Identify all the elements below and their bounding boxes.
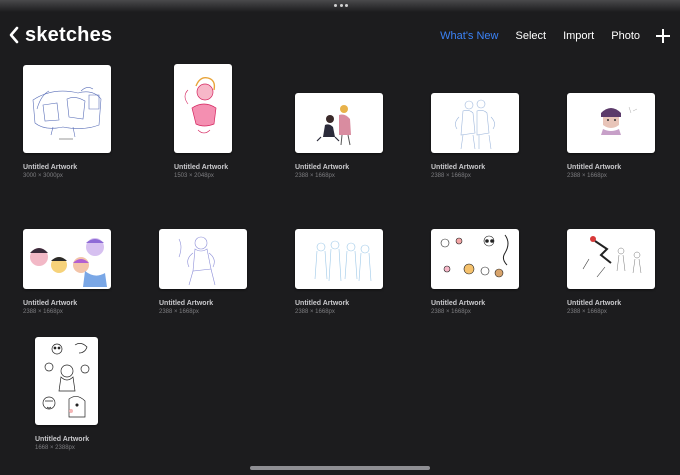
artwork-thumbnail[interactable]	[431, 93, 519, 153]
sketch-drawing	[582, 236, 642, 278]
artwork-title: Untitled Artwork	[431, 164, 486, 171]
artwork-size: 1668 × 2388px	[35, 445, 75, 451]
artwork-title: Untitled Artwork	[23, 164, 78, 171]
artwork-thumbnail[interactable]	[23, 65, 111, 153]
artwork-size: 2388 × 1668px	[295, 173, 335, 179]
artwork-thumbnail[interactable]	[567, 229, 655, 289]
sketch-drawing	[455, 99, 495, 150]
artwork-thumbnail[interactable]	[295, 229, 383, 289]
artwork-size: 2388 × 1668px	[23, 309, 63, 315]
artwork-item[interactable]: Untitled Artwork 1503 × 2048px	[174, 64, 294, 179]
sketch-drawing	[314, 240, 372, 282]
artwork-thumbnail[interactable]	[159, 229, 247, 289]
artwork-title: Untitled Artwork	[295, 164, 350, 171]
artwork-grid: Untitled Artwork 3000 × 3000px Untitled	[0, 0, 680, 475]
artwork-thumbnail[interactable]	[35, 337, 98, 425]
artwork-item[interactable]: Untitled Artwork 2388 × 1668px	[159, 201, 279, 315]
artwork-title: Untitled Artwork	[567, 164, 622, 171]
artwork-title: Untitled Artwork	[174, 164, 229, 171]
artwork-item[interactable]: Untitled Artwork 2388 × 1668px	[295, 65, 415, 179]
artwork-item[interactable]: Untitled Artwork 2388 × 1668px	[23, 201, 143, 315]
artwork-thumbnail[interactable]	[567, 93, 655, 153]
artwork-thumbnail[interactable]	[295, 93, 383, 153]
artwork-title: Untitled Artwork	[431, 300, 486, 307]
artwork-size: 2388 × 1668px	[295, 309, 335, 315]
sketch-drawing	[440, 234, 509, 278]
artwork-thumbnail[interactable]	[174, 64, 232, 153]
sketch-drawing	[601, 106, 638, 135]
home-indicator[interactable]	[250, 466, 430, 470]
artwork-size: 2388 × 1668px	[431, 309, 471, 315]
procreate-gallery: sketches What's New Select Import Photo	[0, 0, 680, 475]
artwork-item[interactable]: Untitled Artwork 2388 × 1668px	[567, 65, 680, 179]
artwork-size: 3000 × 3000px	[23, 173, 63, 179]
artwork-item[interactable]: Untitled Artwork 2388 × 1668px	[431, 65, 551, 179]
artwork-title: Untitled Artwork	[35, 436, 90, 443]
artwork-thumbnail[interactable]	[23, 229, 111, 289]
sketch-drawing	[184, 76, 217, 134]
artwork-item[interactable]: Untitled Artwork 2388 × 1668px	[567, 201, 680, 315]
artwork-title: Untitled Artwork	[567, 300, 622, 307]
artwork-title: Untitled Artwork	[23, 300, 78, 307]
artwork-title: Untitled Artwork	[295, 300, 350, 307]
artwork-size: 2388 × 1668px	[567, 309, 607, 315]
artwork-thumbnail[interactable]	[431, 229, 519, 289]
artwork-size: 1503 × 2048px	[174, 173, 214, 179]
sketch-drawing	[42, 343, 90, 418]
artwork-item[interactable]: Untitled Artwork 2388 × 1668px	[431, 201, 551, 315]
sketch-drawing	[178, 236, 216, 286]
artwork-item[interactable]: Untitled Artwork 3000 × 3000px	[23, 65, 143, 179]
artwork-size: 2388 × 1668px	[567, 173, 607, 179]
artwork-title: Untitled Artwork	[159, 300, 214, 307]
sketch-drawing	[30, 238, 107, 287]
artwork-item[interactable]: Untitled Artwork 2388 × 1668px	[295, 201, 415, 315]
sketch-drawing	[32, 87, 102, 140]
sketch-drawing	[316, 105, 351, 146]
artwork-size: 2388 × 1668px	[159, 309, 199, 315]
artwork-size: 2388 × 1668px	[431, 173, 471, 179]
artwork-item[interactable]: Untitled Artwork 1668 × 2388px	[35, 337, 155, 451]
